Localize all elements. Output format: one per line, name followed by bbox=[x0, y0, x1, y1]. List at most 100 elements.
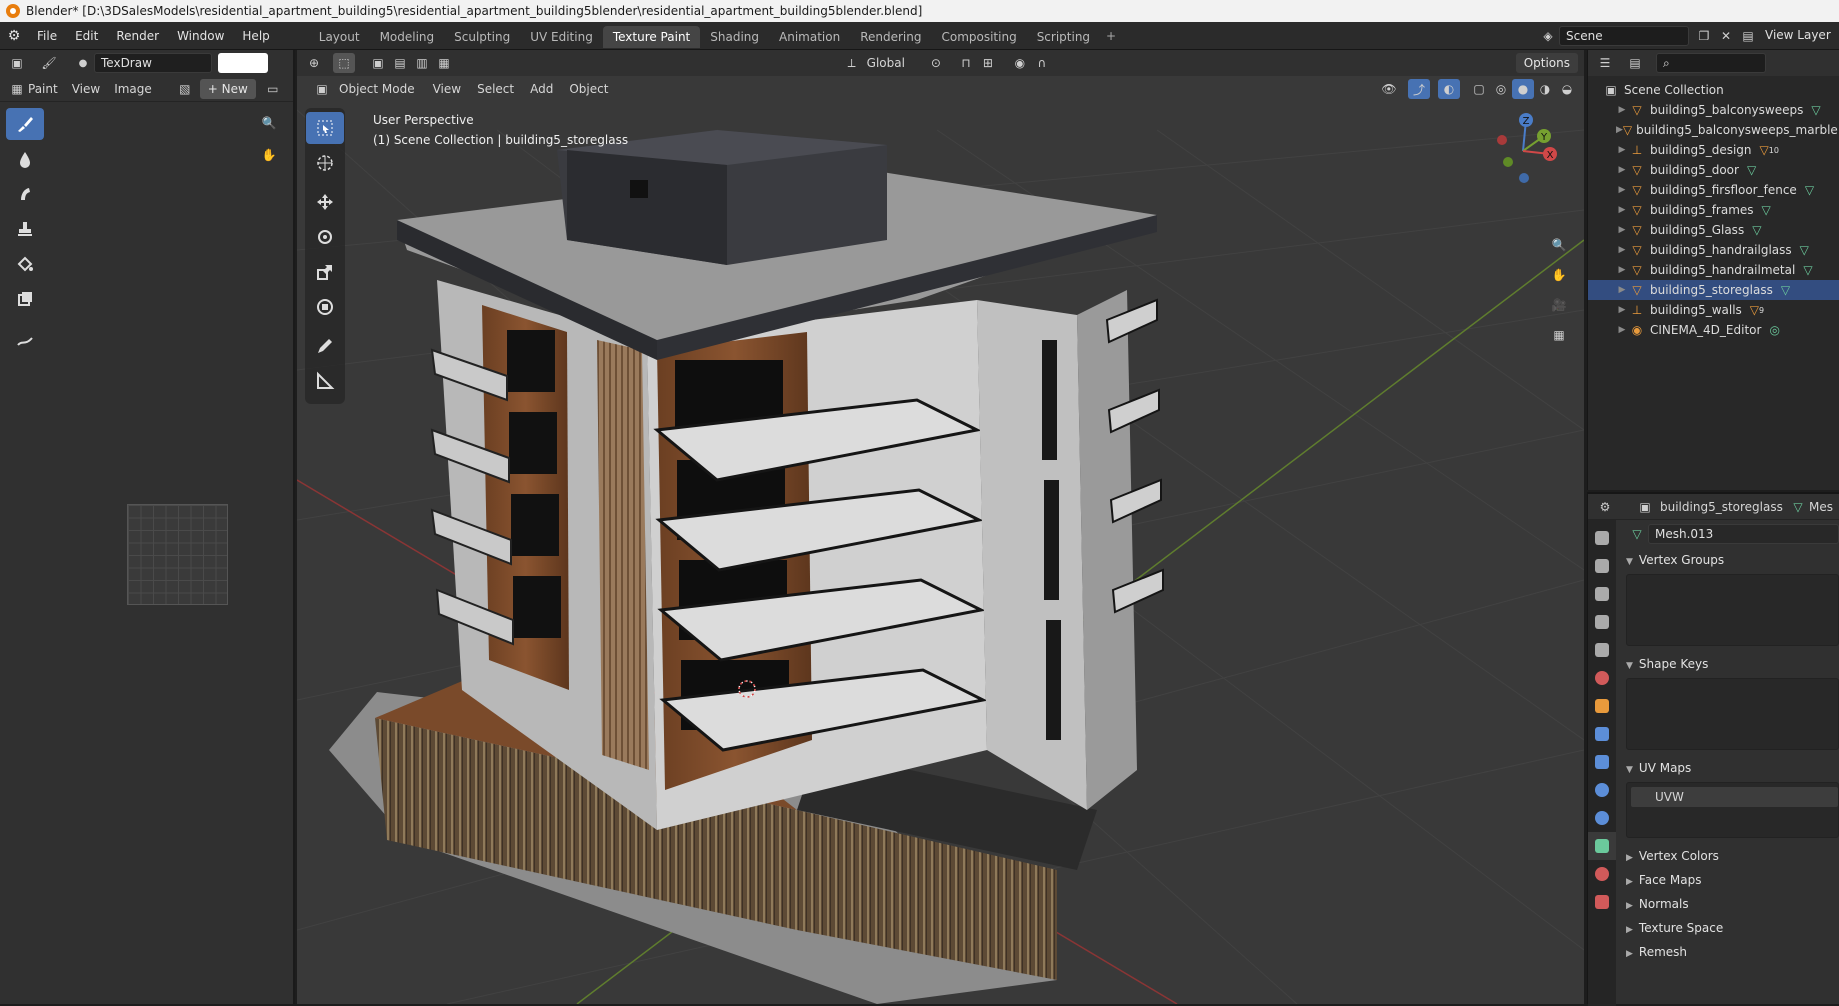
measure-tool[interactable] bbox=[306, 365, 344, 397]
snap-target-icon[interactable]: ⊞ bbox=[977, 53, 999, 73]
outliner-row[interactable]: ▶ ▽ building5_handrailglass ▽ bbox=[1588, 240, 1839, 260]
expand-arrow-icon[interactable]: ▶ bbox=[1616, 185, 1628, 195]
open-folder-icon[interactable]: ▭ bbox=[262, 79, 284, 99]
mesh-data-icon[interactable]: ▽ bbox=[1762, 203, 1771, 217]
tab-object-icon[interactable] bbox=[1588, 692, 1616, 720]
pan-hand-icon[interactable]: ✋ bbox=[256, 142, 282, 168]
scene-close-icon[interactable]: ✕ bbox=[1715, 26, 1737, 46]
shape-keys-list[interactable] bbox=[1626, 678, 1839, 750]
outliner-editor-type-icon[interactable]: ☰ bbox=[1594, 53, 1616, 73]
expand-arrow-icon[interactable]: ▶ bbox=[1616, 165, 1628, 175]
mesh-browse-icon[interactable]: ▽ bbox=[1626, 524, 1648, 544]
mesh-data-icon[interactable]: ▽ bbox=[1752, 223, 1761, 237]
mesh-data-icon[interactable]: ▽ bbox=[1805, 183, 1814, 197]
blender-menu-icon[interactable]: ⚙ bbox=[0, 28, 28, 44]
zoom-icon[interactable]: 🔍 bbox=[256, 110, 282, 136]
vp-menu-view[interactable]: View bbox=[433, 82, 461, 96]
solid-shading-icon[interactable]: ● bbox=[1512, 79, 1534, 99]
menu-image[interactable]: Image bbox=[114, 82, 152, 96]
uv-map-item[interactable]: UVW bbox=[1631, 787, 1838, 807]
expand-arrow-icon[interactable]: ▶ bbox=[1616, 145, 1628, 155]
mesh-data-icon[interactable]: ▽ bbox=[1800, 243, 1809, 257]
tab-particles-icon[interactable] bbox=[1588, 748, 1616, 776]
face-maps-section[interactable]: ▶ Face Maps bbox=[1618, 868, 1839, 892]
children-icon[interactable]: ▽ bbox=[1750, 303, 1759, 317]
select-new-icon[interactable]: ▣ bbox=[367, 53, 389, 73]
vp-menu-select[interactable]: Select bbox=[477, 82, 514, 96]
outliner-row[interactable]: ▶ ⊥ building5_design ▽ 10 bbox=[1588, 140, 1839, 160]
rendered-shading-icon[interactable]: ◒ bbox=[1556, 79, 1578, 99]
falloff-icon[interactable]: ∩ bbox=[1031, 53, 1053, 73]
scene-name-field[interactable]: Scene bbox=[1559, 26, 1689, 46]
tab-render-icon[interactable] bbox=[1588, 552, 1616, 580]
menu-render[interactable]: Render bbox=[107, 22, 168, 50]
annotate-tool[interactable] bbox=[6, 324, 44, 356]
pan-hand-icon[interactable]: ✋ bbox=[1544, 260, 1574, 290]
tab-compositing[interactable]: Compositing bbox=[931, 26, 1026, 48]
scale-tool[interactable] bbox=[306, 256, 344, 288]
select-extend-icon[interactable]: ▤ bbox=[389, 53, 411, 73]
mesh-data-icon[interactable]: ▽ bbox=[1811, 103, 1820, 117]
tab-modeling[interactable]: Modeling bbox=[370, 26, 445, 48]
gizmo-toggle-icon[interactable]: ⤴ bbox=[1408, 79, 1430, 99]
new-image-button[interactable]: + New bbox=[199, 78, 256, 99]
shape-keys-section[interactable]: ▼ Shape Keys bbox=[1618, 652, 1839, 676]
camera-data-icon[interactable]: ◎ bbox=[1769, 323, 1779, 337]
editor-type-icon[interactable]: ▣ bbox=[6, 53, 28, 73]
brush-name-field[interactable]: TexDraw bbox=[94, 53, 212, 73]
menu-file[interactable]: File bbox=[28, 22, 66, 50]
tab-world-icon[interactable] bbox=[1588, 664, 1616, 692]
outliner-row[interactable]: ▶ ▽ building5_balconysweeps ▽ bbox=[1588, 100, 1839, 120]
snap-icon[interactable]: ⊓ bbox=[955, 53, 977, 73]
mesh-name-field[interactable]: Mesh.013 bbox=[1648, 524, 1839, 544]
tab-scene-icon[interactable] bbox=[1588, 636, 1616, 664]
navigation-gizmo[interactable]: Z Y X bbox=[1478, 106, 1568, 196]
brush-fake-user-icon[interactable]: ● bbox=[72, 53, 94, 73]
tab-texture-paint[interactable]: Texture Paint bbox=[602, 26, 701, 48]
material-shading-icon[interactable]: ◑ bbox=[1534, 79, 1556, 99]
outliner-row[interactable]: ▶ ▽ building5_door ▽ bbox=[1588, 160, 1839, 180]
options-dropdown[interactable]: Options bbox=[1515, 53, 1578, 73]
rotate-tool[interactable] bbox=[306, 221, 344, 253]
fill-tool[interactable] bbox=[6, 248, 44, 280]
outliner-row[interactable]: ▶▽building5_balconysweeps_marble▽ bbox=[1588, 120, 1839, 140]
paint-mode-icon[interactable]: ▦ bbox=[6, 79, 28, 99]
vp-menu-object[interactable]: Object bbox=[569, 82, 608, 96]
tab-scripting[interactable]: Scripting bbox=[1027, 26, 1100, 48]
mesh-data-icon[interactable]: ▽ bbox=[1803, 263, 1812, 277]
cursor-tool[interactable] bbox=[306, 147, 344, 179]
tab-tool-icon[interactable] bbox=[1588, 524, 1616, 552]
scene-collection-row[interactable]: ▣ Scene Collection bbox=[1588, 80, 1839, 100]
tab-data-icon[interactable] bbox=[1588, 832, 1616, 860]
orientation-icon[interactable]: ⟂ bbox=[841, 53, 863, 73]
proportional-edit-icon[interactable]: ◉ bbox=[1009, 53, 1031, 73]
menu-edit[interactable]: Edit bbox=[66, 22, 107, 50]
outliner-row[interactable]: ▶ ◉ CINEMA_4D_Editor ◎ bbox=[1588, 320, 1839, 340]
view-layer-field[interactable]: View Layer bbox=[1759, 26, 1839, 46]
mesh-data-icon[interactable]: ▽ bbox=[1747, 163, 1756, 177]
expand-arrow-icon[interactable]: ▶ bbox=[1616, 305, 1628, 315]
transform-tool[interactable] bbox=[306, 291, 344, 323]
move-tool[interactable] bbox=[306, 186, 344, 218]
select-box-mode-icon[interactable]: ⬚ bbox=[333, 53, 355, 73]
tab-constraints-icon[interactable] bbox=[1588, 804, 1616, 832]
expand-arrow-icon[interactable]: ▶ bbox=[1616, 285, 1628, 295]
texture-space-section[interactable]: ▶ Texture Space bbox=[1618, 916, 1839, 940]
image-browse-icon[interactable]: ▧ bbox=[174, 79, 196, 99]
tab-layout[interactable]: Layout bbox=[309, 26, 370, 48]
menu-view[interactable]: View bbox=[72, 82, 100, 96]
transform-pivot-icon[interactable]: ⊕ bbox=[303, 53, 325, 73]
draw-brush-tool[interactable] bbox=[6, 108, 44, 140]
outliner-row[interactable]: ▶ ▽ building5_firsfloor_fence ▽ bbox=[1588, 180, 1839, 200]
tab-view-layer-icon[interactable] bbox=[1588, 608, 1616, 636]
normals-section[interactable]: ▶ Normals bbox=[1618, 892, 1839, 916]
scene-icon[interactable]: ◈ bbox=[1537, 26, 1559, 46]
tab-rendering[interactable]: Rendering bbox=[850, 26, 931, 48]
expand-arrow-icon[interactable]: ▶ bbox=[1616, 105, 1628, 115]
pivot-point-icon[interactable]: ⊙ bbox=[925, 53, 947, 73]
perspective-grid-icon[interactable]: ▦ bbox=[1544, 320, 1574, 350]
tab-material-icon[interactable] bbox=[1588, 860, 1616, 888]
tab-physics-icon[interactable] bbox=[1588, 776, 1616, 804]
paint-mode-dropdown[interactable]: Paint bbox=[28, 82, 58, 96]
wireframe-shading-icon[interactable]: ◎ bbox=[1490, 79, 1512, 99]
